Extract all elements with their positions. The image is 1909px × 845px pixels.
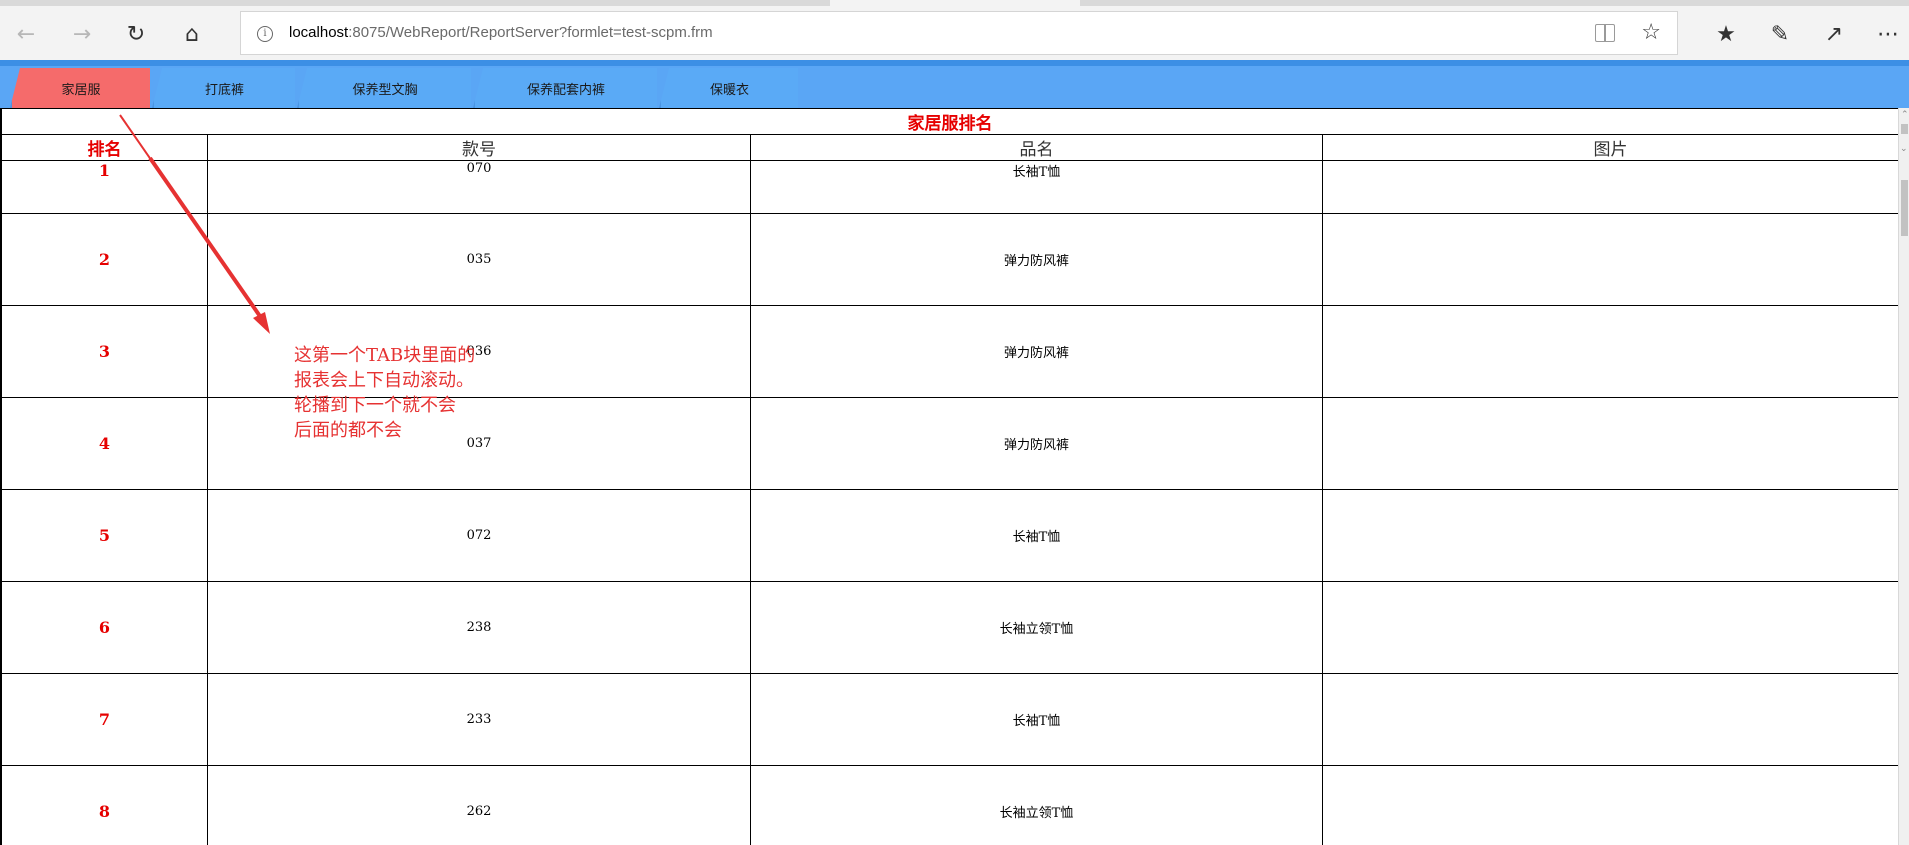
tab-home-wear[interactable]: 家居服 xyxy=(10,68,150,108)
tab-leggings[interactable]: 打底裤 xyxy=(152,68,295,108)
scroll-thumb[interactable] xyxy=(1901,180,1908,236)
image-cell xyxy=(1322,397,1898,490)
scroll-mini-thumb[interactable] xyxy=(1901,124,1908,134)
image-cell xyxy=(1322,213,1898,306)
table-row: 5 072 长袖T恤 xyxy=(1,489,1898,582)
name-cell: 长袖T恤 xyxy=(750,489,1323,582)
annotation-note: 这第一个TAB块里面的 报表会上下自动滚动。 轮播到下一个就不会 后面的都不会 xyxy=(294,343,514,443)
name-cell: 长袖T恤 xyxy=(750,673,1323,766)
info-icon[interactable]: i xyxy=(257,26,273,42)
image-cell xyxy=(1322,673,1898,766)
annotation-line: 报表会上下自动滚动。 xyxy=(294,370,474,391)
tab-bra[interactable]: 保养型文胸 xyxy=(297,68,471,108)
table-row: 3 036 弹力防风裤 xyxy=(1,305,1898,398)
browser-toolbar: ← → ↻ ⌂ i localhost:8075/WebReport/Repor… xyxy=(0,6,1909,60)
table-row: 7 233 长袖T恤 xyxy=(1,673,1898,766)
code-cell: 238 xyxy=(207,581,751,674)
back-arrow-icon[interactable]: ← xyxy=(6,14,46,54)
column-header-rank: 排名 xyxy=(1,134,208,161)
scroll-marker-icon: ⌄ xyxy=(1900,144,1908,154)
image-cell xyxy=(1322,581,1898,674)
share-icon[interactable]: ↗ xyxy=(1816,16,1852,52)
name-cell: 长袖立领T恤 xyxy=(750,765,1323,845)
rank-cell: 2 xyxy=(1,213,208,306)
table-row: 2 035 弹力防风裤 xyxy=(1,213,1898,306)
home-icon[interactable]: ⌂ xyxy=(172,14,212,54)
name-cell: 弹力防风裤 xyxy=(750,397,1323,490)
image-cell xyxy=(1322,305,1898,398)
url-path: :8075/WebReport/ReportServer?formlet=tes… xyxy=(348,24,713,41)
column-header-name: 品名 xyxy=(750,134,1323,161)
report-tab-bar: 家居服 打底裤 保养型文胸 保养配套内裤 保暖衣 xyxy=(0,60,1909,108)
image-cell xyxy=(1322,765,1898,845)
code-cell: 070 xyxy=(207,160,751,214)
report-panel: 家居服排名 排名 款号 品名 图片 1 070 长袖T恤 2 035 弹力防风裤… xyxy=(0,108,1898,845)
table-row: 6 238 长袖立领T恤 xyxy=(1,581,1898,674)
name-cell: 弹力防风裤 xyxy=(750,213,1323,306)
rank-cell: 4 xyxy=(1,397,208,490)
address-bar[interactable]: i localhost:8075/WebReport/ReportServer?… xyxy=(240,11,1678,55)
image-cell xyxy=(1322,160,1898,214)
rank-cell: 7 xyxy=(1,673,208,766)
rank-cell: 6 xyxy=(1,581,208,674)
code-cell: 262 xyxy=(207,765,751,845)
table-row: 8 262 长袖立领T恤 xyxy=(1,765,1898,845)
name-cell: 长袖T恤 xyxy=(750,160,1323,214)
url-text[interactable]: localhost:8075/WebReport/ReportServer?fo… xyxy=(289,24,713,41)
code-cell: 072 xyxy=(207,489,751,582)
rank-cell: 1 xyxy=(1,160,208,214)
rank-cell: 8 xyxy=(1,765,208,845)
annotation-line: 后面的都不会 xyxy=(294,420,402,441)
annotation-line: 轮播到下一个就不会 xyxy=(294,395,456,416)
rank-cell: 5 xyxy=(1,489,208,582)
tab-underwear[interactable]: 保养配套内裤 xyxy=(473,68,657,108)
pen-icon[interactable]: ✎ xyxy=(1762,16,1798,52)
code-cell: 035 xyxy=(207,213,751,306)
column-header-image: 图片 xyxy=(1322,134,1898,161)
rank-cell: 3 xyxy=(1,305,208,398)
name-cell: 长袖立领T恤 xyxy=(750,581,1323,674)
name-cell: 弹力防风裤 xyxy=(750,305,1323,398)
table-row: 1 070 长袖T恤 xyxy=(1,160,1898,214)
star-icon[interactable]: ☆ xyxy=(1641,20,1661,45)
report-title: 家居服排名 xyxy=(1,108,1898,135)
vertical-scrollbar[interactable]: ⌃ ⌄ xyxy=(1898,108,1909,845)
annotation-line: 这第一个TAB块里面的 xyxy=(294,345,476,366)
refresh-icon[interactable]: ↻ xyxy=(116,14,156,54)
code-cell: 233 xyxy=(207,673,751,766)
favorites-hub-icon[interactable]: ★ xyxy=(1708,16,1744,52)
ranking-table: 家居服排名 排名 款号 品名 图片 1 070 长袖T恤 2 035 弹力防风裤… xyxy=(1,108,1898,845)
tab-thermal[interactable]: 保暖衣 xyxy=(659,68,798,108)
url-host: localhost xyxy=(289,24,349,41)
table-row: 4 037 弹力防风裤 xyxy=(1,397,1898,490)
more-icon[interactable]: ⋯ xyxy=(1870,16,1906,52)
image-cell xyxy=(1322,489,1898,582)
column-header-code: 款号 xyxy=(207,134,751,161)
forward-arrow-icon[interactable]: → xyxy=(62,14,102,54)
scroll-up-arrow-icon[interactable]: ⌃ xyxy=(1901,110,1909,120)
reading-view-icon[interactable] xyxy=(1595,24,1615,42)
